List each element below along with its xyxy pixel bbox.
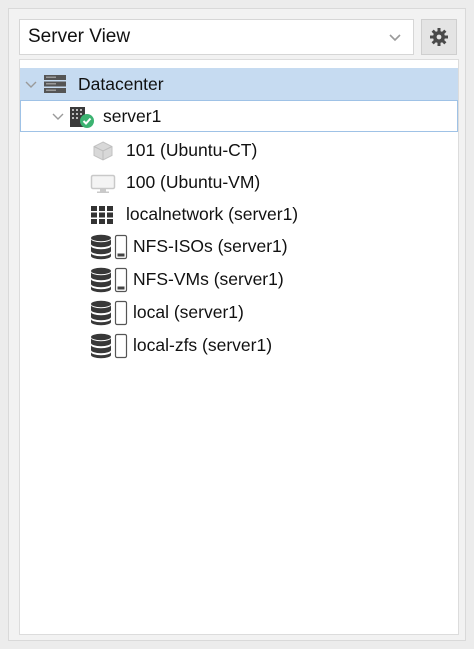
- tree-item-storage-local-zfs[interactable]: local-zfs (server1): [20, 329, 458, 361]
- tree-item-localnetwork[interactable]: localnetwork (server1): [20, 198, 458, 230]
- network-grid-icon: [91, 206, 113, 224]
- tree-item-label: server1: [103, 105, 162, 126]
- view-toolbar: Server View: [19, 19, 459, 55]
- storage-icon: [91, 267, 128, 293]
- resource-tree-panel: Server View Datacenter server1 101 (Ubun…: [8, 8, 466, 641]
- settings-button[interactable]: [421, 19, 457, 55]
- chevron-down-icon[interactable]: [387, 29, 403, 45]
- datacenter-icon: [44, 75, 66, 93]
- tree-item-server1[interactable]: server1: [20, 100, 458, 132]
- tree-item-vm-100[interactable]: 100 (Ubuntu-VM): [20, 166, 458, 198]
- tree-item-storage-nfs-vms[interactable]: NFS-VMs (server1): [20, 263, 458, 295]
- gear-icon: [430, 28, 448, 46]
- view-select-value: Server View: [28, 26, 131, 47]
- tree-item-label: NFS-ISOs (server1): [133, 235, 288, 256]
- tree-item-storage-local[interactable]: local (server1): [20, 296, 458, 328]
- tree-item-label: NFS-VMs (server1): [133, 268, 284, 289]
- tree-item-label: 100 (Ubuntu-VM): [126, 171, 261, 192]
- tree-item-datacenter[interactable]: Datacenter: [20, 68, 458, 100]
- tree-item-label: local-zfs (server1): [133, 334, 273, 355]
- resource-tree: Datacenter server1 101 (Ubuntu-CT) 100 (…: [19, 59, 459, 635]
- view-select[interactable]: Server View: [19, 19, 414, 55]
- tree-item-label: local (server1): [133, 301, 244, 322]
- tree-item-storage-nfs-isos[interactable]: NFS-ISOs (server1): [20, 230, 458, 262]
- chevron-down-icon[interactable]: [24, 77, 38, 91]
- chevron-down-icon[interactable]: [51, 109, 65, 123]
- tree-item-container-101[interactable]: 101 (Ubuntu-CT): [20, 134, 458, 166]
- storage-icon: [91, 234, 128, 260]
- server-online-icon: [70, 107, 94, 128]
- monitor-icon: [90, 174, 116, 193]
- storage-icon: [91, 300, 128, 326]
- tree-item-label: 101 (Ubuntu-CT): [126, 139, 258, 160]
- storage-icon: [91, 333, 128, 359]
- tree-item-label: localnetwork (server1): [126, 203, 299, 224]
- tree-item-label: Datacenter: [78, 73, 164, 94]
- container-icon: [93, 141, 113, 161]
